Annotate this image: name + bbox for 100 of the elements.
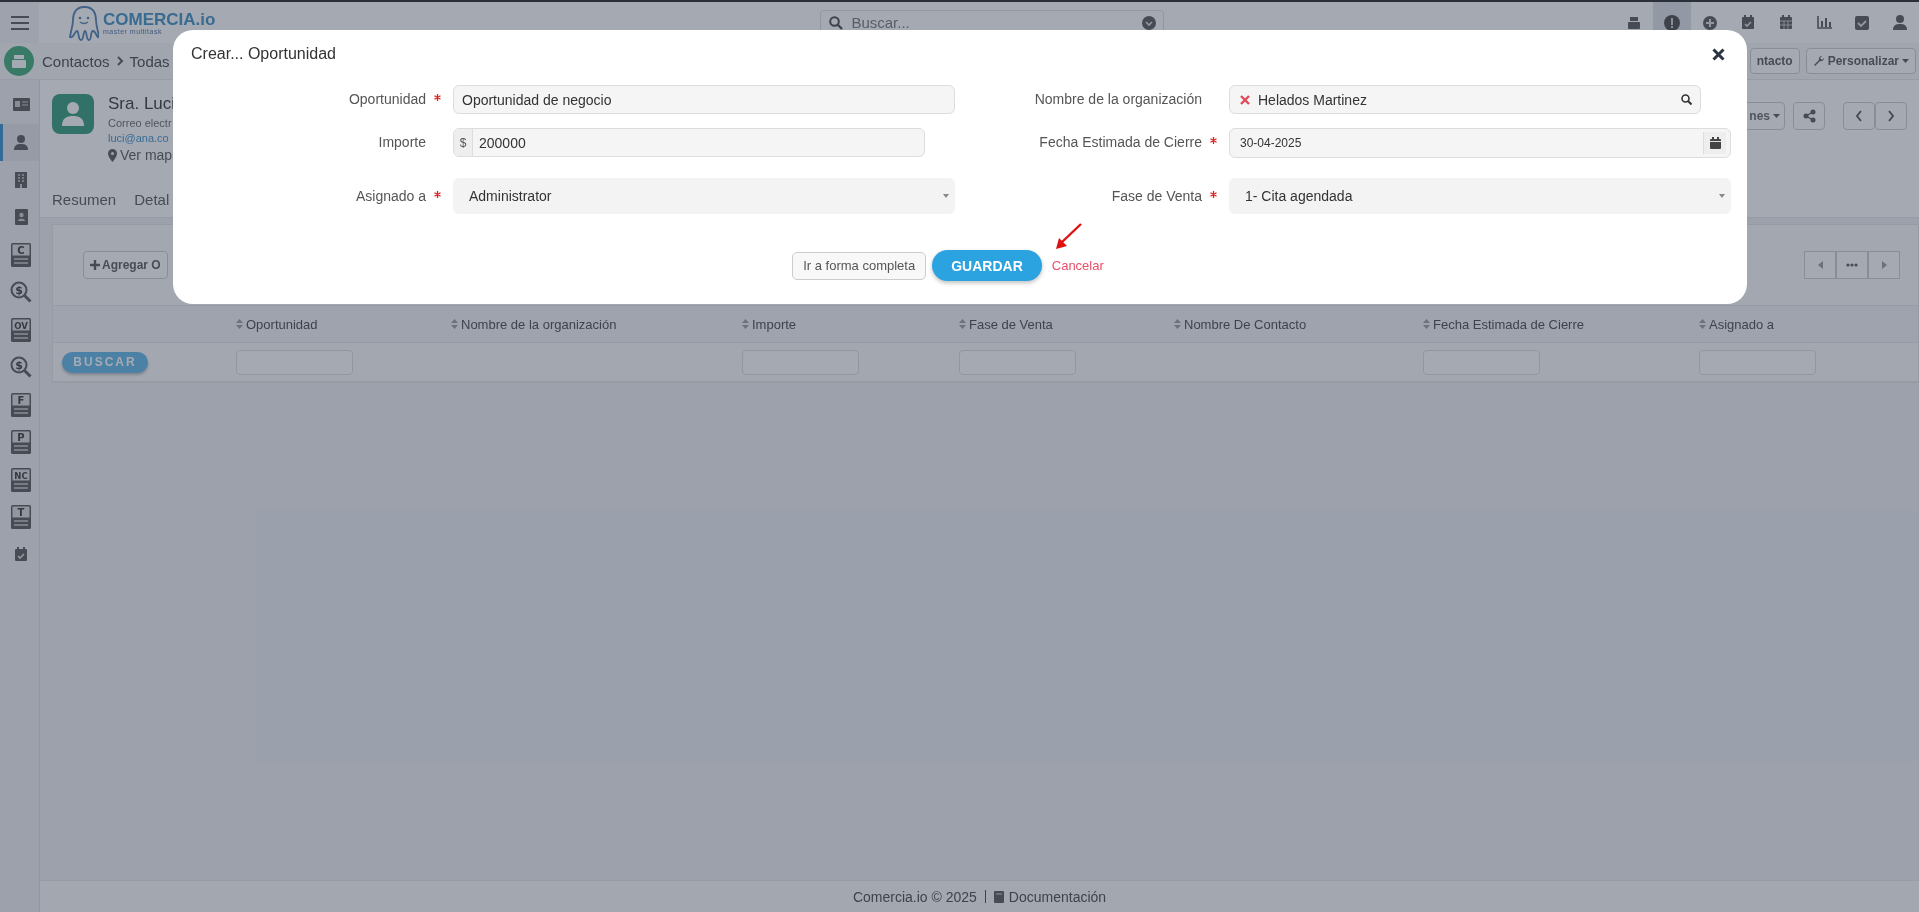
- chevron-right-icon: [115, 56, 124, 66]
- brand-name: COMERCIA.io: [103, 10, 216, 28]
- dropdown-field[interactable]: 1- Cita agendada: [1229, 178, 1731, 214]
- column-header[interactable]: Nombre De Contacto: [1174, 316, 1307, 332]
- sort-icon: [1174, 319, 1181, 329]
- text-field[interactable]: Oportunidad de negocio: [453, 85, 955, 114]
- email-link[interactable]: luci@ana.co: [108, 132, 176, 144]
- user-icon: [14, 134, 28, 150]
- header-button[interactable]: ntacto: [1749, 48, 1800, 74]
- document-icon: T: [11, 505, 31, 530]
- share-button[interactable]: [1793, 102, 1825, 130]
- column-header[interactable]: Oportunidad: [236, 316, 318, 332]
- documentation-link[interactable]: Documentación: [993, 888, 1107, 905]
- id-card-icon: [12, 98, 30, 112]
- email-label: Correo electr: [108, 117, 173, 129]
- caret-icon: [1902, 59, 1909, 63]
- sidebar-item[interactable]: OV: [0, 311, 39, 349]
- dialog-title: Crear... Oportunidad: [191, 45, 336, 63]
- field-label: Fecha Estimada de Cierre: [1039, 134, 1202, 150]
- save-button[interactable]: GUARDAR: [932, 250, 1042, 281]
- field-label: Oportunidad: [348, 91, 426, 107]
- sort-icon: [742, 319, 749, 329]
- building-icon: [15, 171, 27, 188]
- caret-icon: [943, 194, 949, 198]
- tab[interactable]: Resumen: [52, 190, 117, 208]
- annotation-arrow: [1055, 222, 1083, 250]
- breadcrumb-link[interactable]: Contactos: [42, 52, 110, 70]
- sidebar-item[interactable]: [0, 123, 39, 161]
- caret-right-icon: [1881, 261, 1887, 269]
- document-icon: OV: [11, 317, 31, 342]
- sidebar-item[interactable]: P: [0, 423, 39, 461]
- book-icon: [993, 890, 1004, 903]
- amount-field[interactable]: $ 200000: [453, 128, 925, 157]
- caret-left-icon: [1817, 261, 1823, 269]
- contact-book-icon: [14, 209, 28, 226]
- person-icon: [62, 102, 84, 126]
- sort-icon: [1699, 319, 1706, 329]
- column-header[interactable]: Asignado a: [1699, 316, 1775, 332]
- sort-icon: [1423, 319, 1430, 329]
- copyright-text: Comercia.io © 2025: [852, 888, 977, 905]
- close-button[interactable]: [1712, 47, 1725, 61]
- checkbox-icon: [1855, 15, 1869, 30]
- column-header[interactable]: Fecha Estimada de Cierre: [1423, 316, 1584, 332]
- share-icon: [1802, 109, 1816, 123]
- chevron-down-icon: [1142, 15, 1157, 30]
- field-label: Fase de Venta: [1111, 188, 1202, 204]
- field-label: Importe: [378, 134, 426, 150]
- sidebar-item[interactable]: C: [0, 236, 39, 274]
- next-button[interactable]: [1875, 102, 1907, 130]
- field-label: Nombre de la organización: [1034, 91, 1202, 107]
- alert-icon: [1664, 14, 1680, 31]
- sidebar-item[interactable]: T: [0, 498, 39, 536]
- dropdown-field[interactable]: Administrator: [453, 178, 955, 214]
- map-pin-icon: [108, 148, 117, 162]
- document-icon: C: [11, 242, 31, 267]
- document-icon: F: [11, 392, 31, 417]
- map-link[interactable]: Ver map: [108, 147, 176, 163]
- document-icon: NC: [11, 467, 31, 492]
- previous-button[interactable]: [1843, 102, 1875, 130]
- actions-button[interactable]: nes: [1744, 102, 1785, 130]
- tab[interactable]: Detal: [134, 190, 170, 208]
- field-label: Asignado a: [355, 188, 426, 204]
- breadcrumb-link[interactable]: Todas: [129, 52, 170, 70]
- column-header[interactable]: Nombre de la organización: [451, 316, 617, 332]
- search-icon: [829, 15, 844, 30]
- plus-icon: [90, 260, 100, 270]
- close-icon: [1712, 47, 1725, 61]
- clear-icon[interactable]: [1240, 94, 1250, 105]
- sidebar-item[interactable]: $: [0, 273, 39, 311]
- sort-icon: [236, 319, 243, 329]
- add-button[interactable]: Agregar O: [83, 251, 168, 279]
- sidebar-item[interactable]: F: [0, 386, 39, 424]
- header-button[interactable]: Personalizar: [1805, 48, 1916, 74]
- caret-icon: [1773, 114, 1780, 118]
- ellipsis-icon: [1846, 263, 1858, 267]
- wrench-icon: [1812, 55, 1825, 67]
- user-icon: [1893, 15, 1907, 30]
- chevron-left-icon: [1855, 110, 1863, 122]
- add-icon: [1703, 15, 1717, 30]
- date-field[interactable]: 30-04-2025: [1229, 128, 1731, 158]
- sidebar-item[interactable]: $: [0, 348, 39, 386]
- sidebar-item[interactable]: NC: [0, 461, 39, 499]
- column-header[interactable]: Importe: [742, 316, 797, 332]
- lookup-field[interactable]: Helados Martinez: [1229, 85, 1701, 114]
- calendar-check-icon: [14, 547, 28, 563]
- menu-icon[interactable]: [10, 15, 29, 30]
- sort-icon: [451, 319, 458, 329]
- document-icon: P: [11, 430, 31, 455]
- caret-icon: [1719, 194, 1725, 198]
- chevron-right-icon: [1887, 110, 1895, 122]
- calendar-icon[interactable]: [1709, 137, 1721, 149]
- octopus-logo-icon: [69, 4, 99, 41]
- search-icon[interactable]: [1681, 94, 1692, 105]
- calendar-check-icon: [1741, 15, 1755, 30]
- bar-chart-icon: [1816, 16, 1832, 29]
- full-form-button[interactable]: Ir a forma completa: [792, 251, 927, 280]
- sort-icon: [959, 319, 966, 329]
- cancel-link[interactable]: Cancelar: [1051, 258, 1104, 273]
- calendar-icon: [1779, 15, 1793, 30]
- column-header[interactable]: Fase de Venta: [959, 316, 1053, 332]
